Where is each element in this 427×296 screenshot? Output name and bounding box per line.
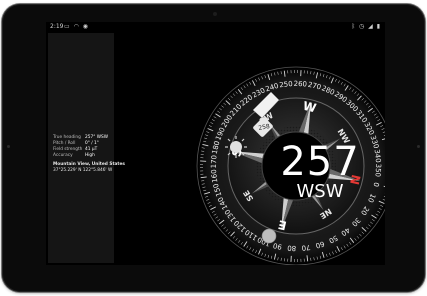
location-icon: ◉: [82, 23, 90, 30]
bluetooth-icon: ᛒ: [351, 23, 357, 30]
heading-info-table: True heading 257° WSW Pitch / Roll 0° / …: [53, 135, 128, 159]
ring-number: 260: [293, 80, 307, 89]
status-time: 2:19: [50, 23, 64, 30]
ring-number: 80: [287, 244, 296, 252]
alarm-icon: ◷: [358, 23, 366, 30]
signal-icon: ◢: [368, 23, 374, 30]
sim-icon: ▭: [64, 23, 71, 30]
right-sensor: [417, 145, 420, 148]
ring-number: 250: [279, 80, 293, 90]
wifi-icon: ◠: [73, 23, 80, 30]
info-label: Accuracy: [53, 153, 73, 158]
heading-degrees: 257: [280, 139, 360, 185]
ring-number: 340: [373, 149, 383, 163]
info-panel: True heading 257° WSW Pitch / Roll 0° / …: [48, 33, 125, 263]
left-sensor: [7, 145, 10, 148]
status-left-icons: ▭ ◠ ◉: [64, 22, 89, 32]
status-bar: 2:19 ▭ ◠ ◉ ᛒ ◷ ◢ ▮: [46, 22, 385, 32]
heading-direction: WSW: [296, 181, 344, 202]
ring-number: 70: [301, 243, 311, 252]
heading-readout: 257 WSW: [275, 142, 365, 201]
status-right-icons: ᛒ ◷ ◢ ▮: [351, 22, 381, 32]
ring-number: 160: [210, 169, 220, 183]
screen: 2:19 ▭ ◠ ◉ ᛒ ◷ ◢ ▮ True heading 257° WSW: [46, 22, 385, 265]
front-camera: [213, 12, 217, 16]
info-row-accuracy: Accuracy High: [53, 153, 128, 159]
tablet-frame: 2:19 ▭ ◠ ◉ ᛒ ◷ ◢ ▮ True heading 257° WSW: [2, 4, 425, 292]
ring-number: 170: [210, 155, 219, 169]
ring-number: 350: [374, 163, 383, 177]
location-coordinates: 37°25.229' N 122°5.846' W: [53, 168, 113, 173]
location-block: Mountain View, United States 37°25.229' …: [53, 162, 133, 174]
moon-icon: [261, 228, 277, 244]
battery-icon: ▮: [376, 23, 381, 30]
info-value: High: [85, 153, 95, 158]
